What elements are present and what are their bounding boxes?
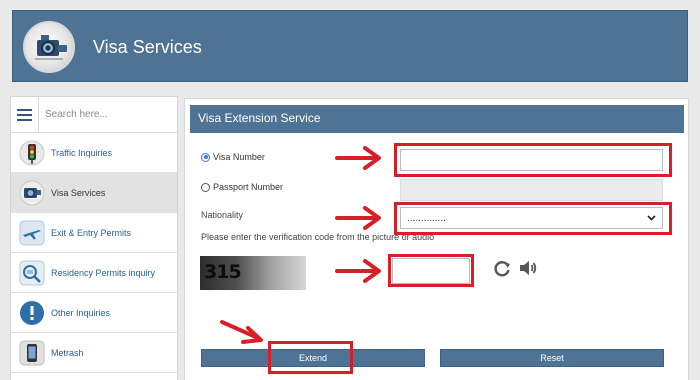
traffic-light-icon <box>19 140 45 165</box>
camera-logo-icon <box>23 21 75 73</box>
passport-number-radio[interactable] <box>201 182 210 192</box>
sidebar-item-label: Metrash <box>51 347 84 358</box>
passport-number-label: Passport Number <box>213 182 284 192</box>
passport-number-input <box>400 179 663 201</box>
highlight-box-visa-number <box>394 143 672 177</box>
passport-number-option[interactable]: Passport Number <box>201 182 283 192</box>
sidebar-item-label: Exit & Entry Permits <box>51 227 132 238</box>
red-arrow-icon <box>335 206 381 230</box>
hamburger-icon[interactable] <box>11 97 39 133</box>
panel-title: Visa Extension Service <box>190 105 684 133</box>
app-header: Visa Services <box>12 10 688 82</box>
reset-button[interactable]: Reset <box>440 349 664 367</box>
camera-icon <box>19 180 45 205</box>
nationality-label: Nationality <box>201 210 244 220</box>
red-arrow-icon <box>220 320 263 344</box>
sidebar: Traffic Inquiries Visa Services Exit & E… <box>10 96 178 380</box>
page-title: Visa Services <box>93 37 202 57</box>
red-arrow-icon <box>335 259 381 283</box>
info-icon <box>20 300 44 325</box>
visa-number-radio[interactable] <box>201 152 210 162</box>
phone-icon <box>19 340 45 365</box>
visa-number-option[interactable]: Visa Number <box>201 152 265 162</box>
refresh-icon[interactable] <box>492 258 512 278</box>
highlight-box-extend <box>268 341 353 374</box>
id-card-icon <box>19 260 45 285</box>
sidebar-item-label: Other Inquiries <box>51 307 111 318</box>
sidebar-item-traffic-inquiries[interactable]: Traffic Inquiries <box>11 133 177 173</box>
highlight-box-nationality <box>394 202 672 235</box>
captcha-code: 315 <box>204 261 242 283</box>
sidebar-search-row <box>11 97 177 133</box>
search-input[interactable] <box>39 97 177 132</box>
sidebar-item-label: Visa Services <box>51 187 106 198</box>
airplane-icon <box>19 220 45 245</box>
highlight-box-captcha <box>388 254 474 287</box>
sidebar-item-label: Traffic Inquiries <box>51 147 113 158</box>
sidebar-item-label: Residency Permits inquiry <box>51 267 156 278</box>
visa-number-label: Visa Number <box>213 152 265 162</box>
sidebar-item-exit-entry-permits[interactable]: Exit & Entry Permits <box>11 213 177 253</box>
sidebar-item-visa-services[interactable]: Visa Services <box>11 173 177 213</box>
sidebar-item-residency-permits[interactable]: Residency Permits inquiry <box>11 253 177 293</box>
audio-icon[interactable] <box>518 258 538 278</box>
sidebar-item-metrash[interactable]: Metrash <box>11 333 177 373</box>
sidebar-item-other-inquiries[interactable]: Other Inquiries <box>11 293 177 333</box>
captcha-image: 315 <box>200 256 306 290</box>
red-arrow-icon <box>335 146 381 170</box>
